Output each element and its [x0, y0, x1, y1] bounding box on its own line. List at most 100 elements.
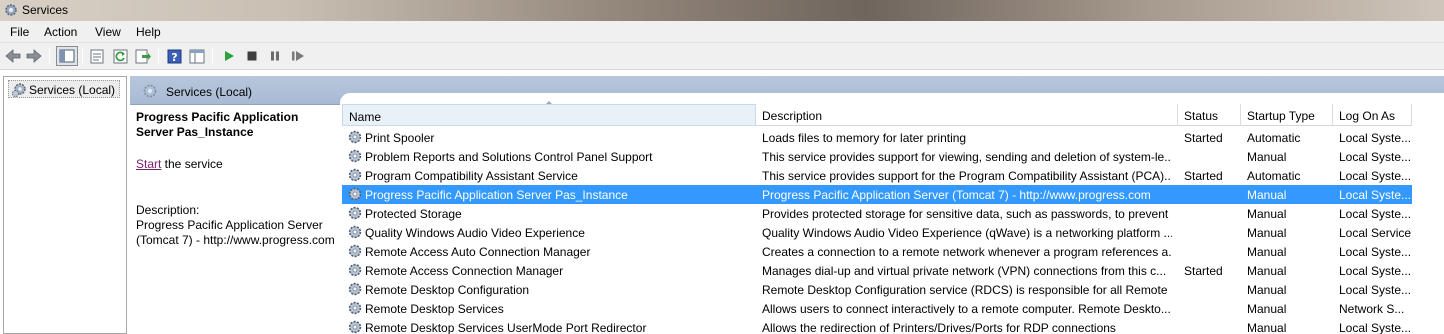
cell-name: Remote Desktop Services: [365, 302, 504, 316]
cell-name: Remote Desktop Configuration: [365, 283, 530, 297]
toolbar-separator: [158, 48, 159, 64]
cell-startup-type: Manual: [1247, 264, 1287, 278]
cell-status: Started: [1184, 169, 1223, 183]
service-gear-icon: [348, 263, 362, 277]
service-gear-icon: [348, 168, 362, 182]
refresh-icon[interactable]: [111, 47, 129, 65]
gears-icon: [5, 4, 17, 16]
cell-startup-type: Manual: [1247, 188, 1287, 202]
cell-name: Problem Reports and Solutions Control Pa…: [365, 150, 653, 164]
service-gear-icon: [348, 225, 362, 239]
table-row[interactable]: Remote Access Connection Manager Manages …: [342, 261, 1412, 280]
cell-startup-type: Automatic: [1247, 131, 1301, 145]
help-icon[interactable]: ?: [165, 47, 183, 65]
cell-name: Quality Windows Audio Video Experience: [365, 226, 585, 240]
description-text: Progress Pacific Application Server (Tom…: [136, 218, 335, 247]
cell-status: Started: [1184, 131, 1223, 145]
cell-description: Allows users to connect interactively to…: [762, 302, 1171, 316]
cell-log-on-as: Local Syste...: [1339, 188, 1412, 202]
toolbar-separator: [49, 48, 50, 64]
list-header: Name Description Status Startup Type Log…: [342, 104, 1412, 126]
svg-text:?: ?: [171, 51, 177, 64]
service-gear-icon: [348, 206, 362, 220]
stop-service-icon[interactable]: [243, 47, 261, 65]
cell-description: This service provides support for viewin…: [762, 150, 1172, 164]
cell-startup-type: Manual: [1247, 150, 1287, 164]
pause-service-icon[interactable]: [266, 47, 284, 65]
table-row[interactable]: Remote Desktop Configuration Remote Deskt…: [342, 280, 1412, 299]
menu-help[interactable]: Help: [136, 25, 161, 39]
service-gear-icon: [348, 301, 362, 315]
cell-name: Protected Storage: [365, 207, 462, 221]
menu-file[interactable]: File: [10, 25, 29, 39]
start-service-link[interactable]: Start: [136, 157, 161, 171]
export-list-icon[interactable]: [134, 47, 152, 65]
cell-log-on-as: Local Service: [1339, 226, 1412, 240]
cell-startup-type: Manual: [1247, 302, 1287, 316]
service-gear-icon: [348, 282, 362, 296]
table-row[interactable]: Quality Windows Audio Video Experience Qu…: [342, 223, 1412, 242]
window-title: Services: [22, 3, 69, 17]
column-header-startup-type[interactable]: Startup Type: [1241, 104, 1333, 126]
toolbar-separator: [212, 48, 213, 64]
tree-node-services-local[interactable]: Services (Local): [8, 80, 121, 98]
cell-description: Manages dial-up and virtual private netw…: [762, 264, 1167, 278]
column-header-log-on-as[interactable]: Log On As: [1333, 104, 1412, 126]
cell-log-on-as: Local Syste...: [1339, 321, 1412, 334]
cell-log-on-as: Local Syste...: [1339, 207, 1412, 221]
menu-view[interactable]: View: [95, 25, 121, 39]
toolbar-separator: [82, 48, 83, 64]
restart-service-icon[interactable]: [289, 47, 307, 65]
table-row[interactable]: Problem Reports and Solutions Control Pa…: [342, 147, 1412, 166]
forward-icon[interactable]: [25, 47, 43, 65]
column-header-name[interactable]: Name: [342, 104, 756, 126]
cell-log-on-as: Local Syste...: [1339, 131, 1412, 145]
console-tree: Services (Local): [3, 76, 127, 334]
start-service-icon[interactable]: [220, 47, 238, 65]
cell-status: Started: [1184, 264, 1223, 278]
tree-node-label: Services (Local): [29, 83, 116, 97]
properties-icon[interactable]: [88, 47, 106, 65]
column-header-status[interactable]: Status: [1178, 104, 1241, 126]
service-gear-icon: [348, 149, 362, 163]
cell-description: Quality Windows Audio Video Experience (…: [762, 226, 1172, 240]
cell-log-on-as: Network S...: [1339, 302, 1405, 316]
cell-name: Print Spooler: [365, 131, 435, 145]
cell-name: Remote Desktop Services UserMode Port Re…: [365, 321, 647, 334]
table-row[interactable]: Protected Storage Provides protected stor…: [342, 204, 1412, 223]
cell-log-on-as: Local Syste...: [1339, 245, 1412, 259]
table-row[interactable]: Print Spooler Loads files to memory for l…: [342, 128, 1412, 147]
cell-description: This service provides support for the Pr…: [762, 169, 1172, 183]
table-row[interactable]: Remote Desktop Services UserMode Port Re…: [342, 318, 1412, 334]
menu-action[interactable]: Action: [44, 25, 77, 39]
cell-log-on-as: Local Syste...: [1339, 169, 1412, 183]
column-header-description[interactable]: Description: [756, 104, 1178, 126]
start-service-suffix: the service: [161, 157, 223, 171]
cell-startup-type: Automatic: [1247, 169, 1301, 183]
cell-log-on-as: Local Syste...: [1339, 150, 1412, 164]
cell-description: Allows the redirection of Printers/Drive…: [762, 321, 1116, 334]
show-hide-console-tree-icon[interactable]: [56, 46, 78, 66]
gears-icon: [143, 84, 157, 98]
table-row[interactable]: Remote Access Auto Connection Manager Cre…: [342, 242, 1412, 261]
menu-bar: File Action View Help: [0, 21, 1444, 43]
service-gear-icon: [348, 130, 362, 144]
table-row[interactable]: Progress Pacific Application Server Pas_…: [342, 185, 1412, 204]
cell-description: Progress Pacific Application Server (Tom…: [762, 188, 1151, 202]
gears-icon: [12, 83, 26, 97]
cell-name: Program Compatibility Assistant Service: [365, 169, 578, 183]
extended-view-icon[interactable]: [188, 47, 206, 65]
service-gear-icon: [348, 187, 362, 201]
cell-startup-type: Manual: [1247, 283, 1287, 297]
service-gear-icon: [348, 320, 362, 334]
cell-description: Remote Desktop Configuration service (RD…: [762, 283, 1172, 297]
cell-description: Provides protected storage for sensitive…: [762, 207, 1172, 221]
start-service-line: Start the service: [136, 157, 223, 171]
cell-log-on-as: Local Syste...: [1339, 264, 1412, 278]
cell-startup-type: Manual: [1247, 245, 1287, 259]
table-row[interactable]: Remote Desktop Services Allows users to c…: [342, 299, 1412, 318]
cell-startup-type: Manual: [1247, 226, 1287, 240]
table-row[interactable]: Program Compatibility Assistant Service T…: [342, 166, 1412, 185]
description-label: Description:: [136, 203, 200, 217]
back-icon[interactable]: [4, 47, 22, 65]
